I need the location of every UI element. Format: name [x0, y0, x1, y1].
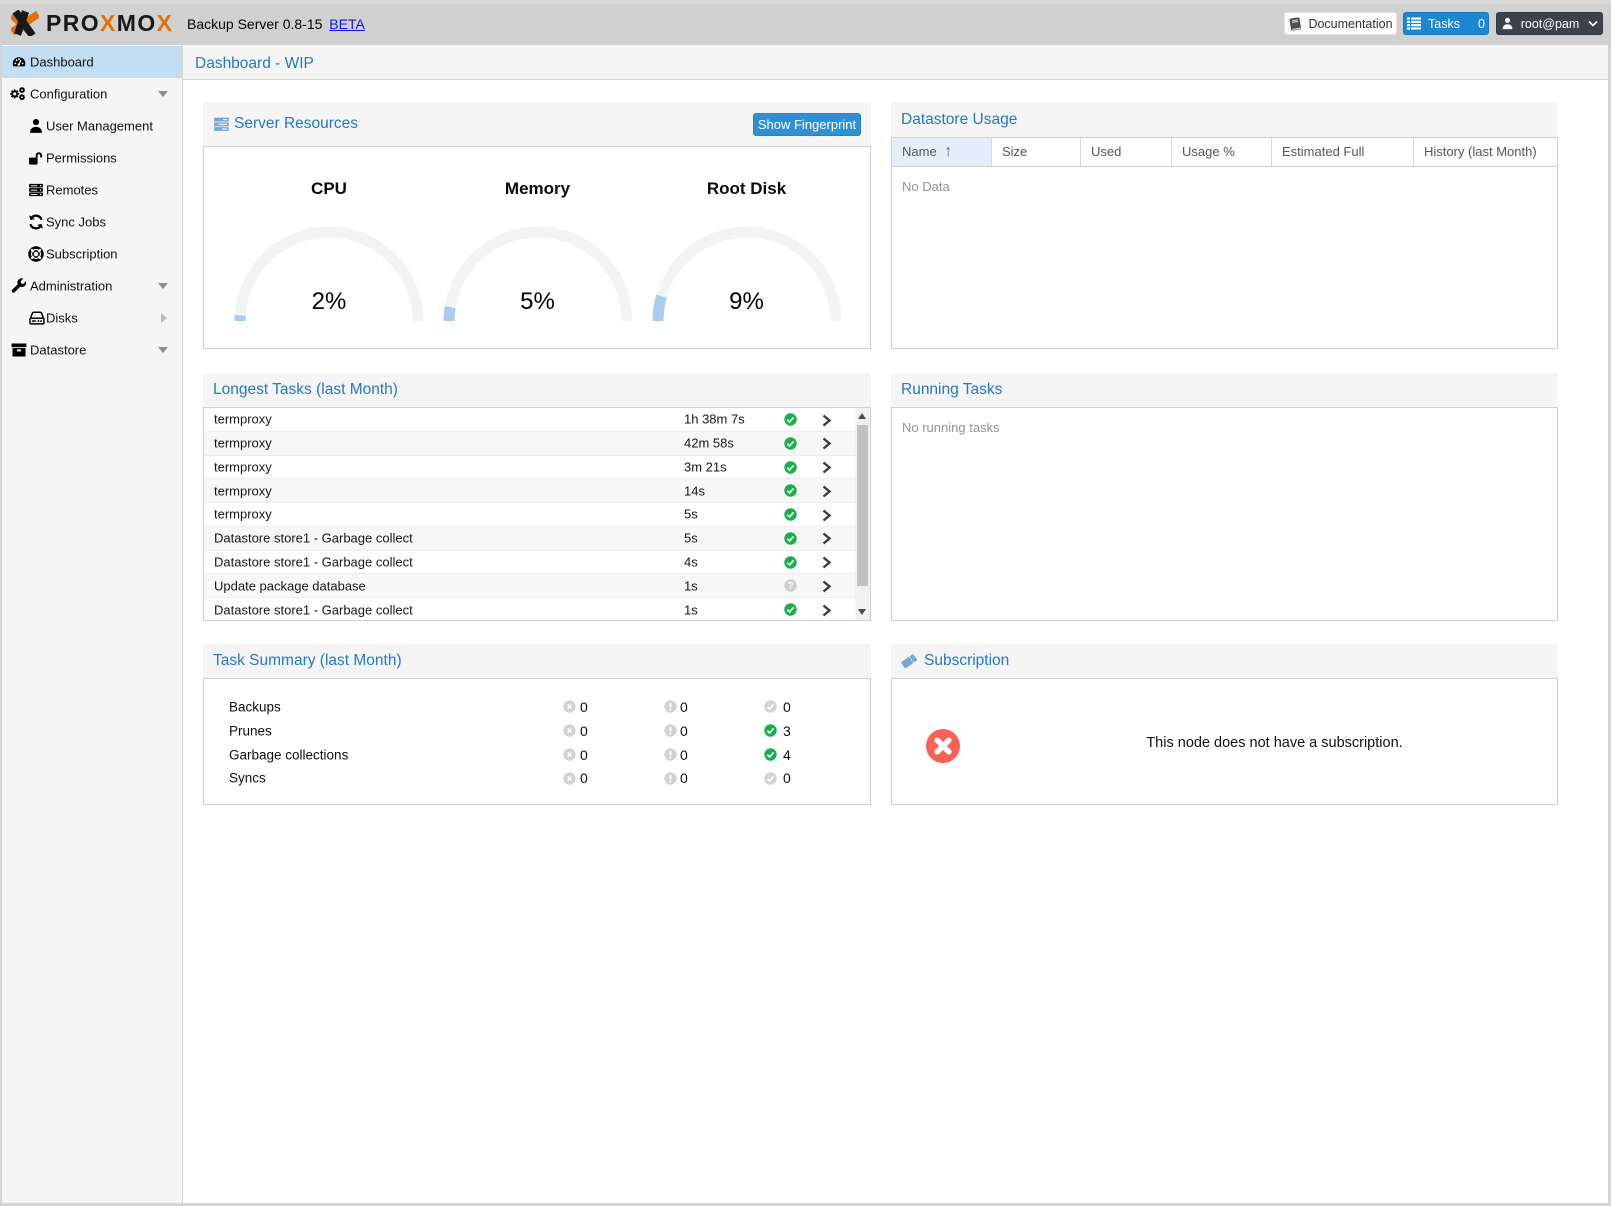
- svg-text:?: ?: [788, 581, 794, 592]
